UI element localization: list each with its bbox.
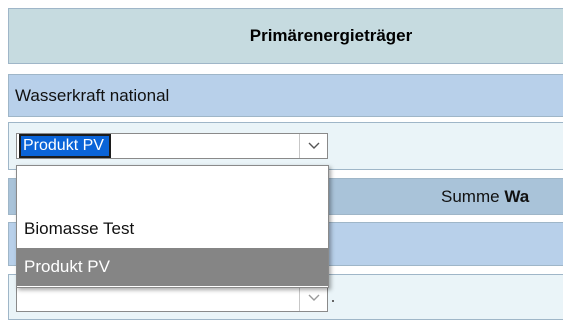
second-select-dropdown-button[interactable] bbox=[299, 285, 327, 311]
energy-source-row: Wasserkraft national bbox=[8, 74, 563, 117]
summe-label: Summe bbox=[441, 187, 500, 206]
energy-source-label: Wasserkraft national bbox=[15, 85, 170, 105]
dropdown-option-produkt-pv[interactable]: Produkt PV bbox=[17, 248, 328, 286]
page-title: Primärenergieträger bbox=[249, 26, 413, 45]
product-dropdown-list: Biomasse Test Produkt PV bbox=[16, 165, 329, 288]
decorative-dot bbox=[332, 300, 334, 302]
table-header-row: Primärenergieträger bbox=[8, 8, 563, 64]
dropdown-option-empty[interactable] bbox=[17, 166, 328, 204]
product-select-dropdown-button[interactable] bbox=[299, 134, 327, 158]
chevron-down-icon bbox=[308, 294, 320, 302]
product-select[interactable]: Produkt PV bbox=[16, 133, 328, 159]
summe-label-container: Summe Wa bbox=[441, 187, 529, 207]
chevron-down-icon bbox=[308, 142, 320, 150]
dropdown-option-biomasse-test[interactable]: Biomasse Test bbox=[17, 210, 328, 248]
summe-strong-label: Wa bbox=[504, 187, 530, 206]
product-select-value: Produkt PV bbox=[19, 134, 111, 158]
